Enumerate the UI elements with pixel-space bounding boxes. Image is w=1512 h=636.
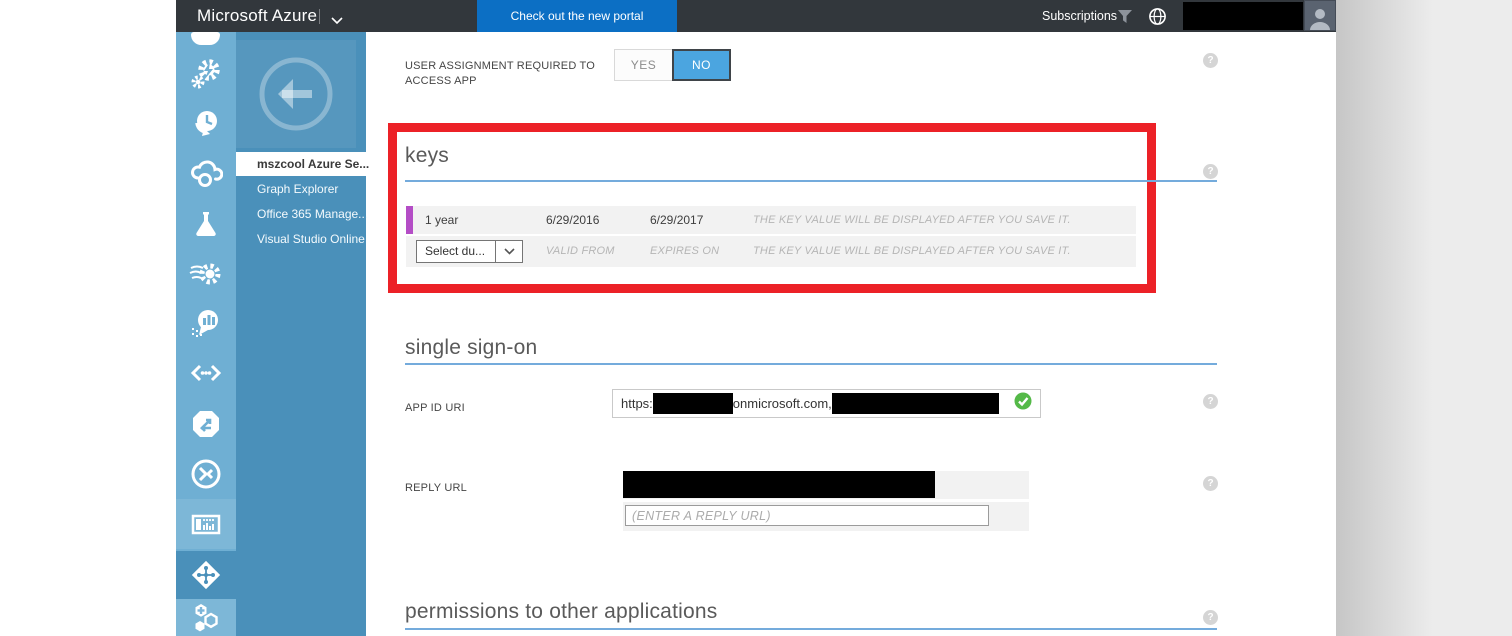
valid-check-icon [1014, 392, 1032, 415]
chevron-down-icon[interactable] [495, 241, 522, 262]
help-icon-app-id-uri[interactable]: ? [1203, 394, 1218, 409]
back-arrow-icon [259, 57, 333, 131]
analytics-bubble-icon[interactable] [176, 299, 236, 349]
media-mixer-icon[interactable] [176, 499, 236, 549]
filter-funnel-icon[interactable] [1117, 9, 1134, 29]
keys-section-heading: keys [405, 144, 449, 167]
sidebar-item-vso[interactable]: Visual Studio Online [236, 227, 366, 251]
scheduler-icon[interactable] [176, 99, 236, 149]
integration-circle-icon[interactable] [176, 449, 236, 499]
app-id-uri-prefix: https: [621, 396, 653, 411]
automation-icon[interactable] [176, 49, 236, 99]
page-background-gutter [1336, 0, 1512, 636]
expires-on-placeholder: EXPIRES ON [650, 245, 720, 257]
sidebar-item-office365[interactable]: Office 365 Manage... [236, 202, 368, 226]
chevron-down-icon[interactable] [330, 12, 344, 30]
app-id-uri-middle: onmicrosoft.com, [732, 396, 832, 411]
brand-title: Microsoft Azure [197, 6, 318, 25]
valid-from-placeholder: VALID FROM [546, 245, 615, 257]
reply-url-row [623, 471, 1029, 499]
user-assignment-toggle: YES NO [614, 49, 731, 81]
reply-url-label: REPLY URL [405, 482, 467, 494]
key-duration-select-value: Select du... [425, 244, 486, 258]
keys-section-underline [405, 180, 1217, 182]
sidebar-item-mszcool-azure[interactable]: mszcool Azure Se... [236, 152, 369, 176]
sidebar-item-graph-explorer[interactable]: Graph Explorer [236, 177, 366, 201]
redacted-uri-segment [652, 393, 733, 414]
globe-language-icon[interactable] [1148, 7, 1167, 31]
code-brackets-icon[interactable] [176, 348, 236, 398]
help-icon-reply-url[interactable]: ? [1203, 476, 1218, 491]
key-expires-on-value: 6/29/2017 [650, 213, 704, 227]
sso-section-underline [405, 363, 1217, 365]
reply-url-new-row [623, 502, 1029, 531]
avatar[interactable] [1304, 0, 1336, 31]
key-row-accent-bar [406, 206, 413, 234]
permissions-section-underline [405, 628, 1217, 630]
active-directory-icon[interactable] [176, 551, 236, 599]
partial-service-icon[interactable] [191, 32, 220, 45]
sync-octagon-icon[interactable] [176, 399, 236, 449]
service-icon-strip [176, 32, 236, 636]
brand-divider [319, 9, 320, 24]
redacted-uri-segment [831, 393, 999, 414]
new-portal-button[interactable]: Check out the new portal [477, 0, 677, 32]
top-bar: Microsoft Azure Check out the new portal… [176, 0, 1336, 32]
help-icon-permissions[interactable]: ? [1203, 610, 1218, 625]
key-row-new: Select du... VALID FROM EXPIRES ON THE K… [406, 236, 1136, 267]
app-id-uri-label: APP ID URI [405, 402, 465, 414]
redacted-reply-url [623, 471, 935, 498]
sso-section-heading: single sign-on [405, 336, 538, 359]
key-duration-value: 1 year [425, 213, 459, 227]
key-value-note: THE KEY VALUE WILL BE DISPLAYED AFTER YO… [753, 245, 1071, 257]
labs-flask-icon[interactable] [176, 199, 236, 249]
toggle-yes-button[interactable]: YES [614, 49, 672, 81]
marketplace-hexagons-icon[interactable] [176, 599, 236, 636]
remoteapp-cloud-icon[interactable] [176, 149, 236, 199]
key-row-saved[interactable]: 1 year 6/29/2016 6/29/2017 THE KEY VALUE… [406, 206, 1136, 234]
reply-url-input[interactable] [625, 505, 989, 526]
help-icon-user-assignment[interactable]: ? [1203, 53, 1218, 68]
help-icon-keys[interactable]: ? [1203, 164, 1218, 179]
redacted-account-name [1183, 2, 1303, 30]
permissions-section-heading: permissions to other applications [405, 600, 718, 623]
user-assignment-label: USER ASSIGNMENT REQUIRED TO ACCESS APP [405, 60, 595, 87]
key-valid-from-value: 6/29/2016 [546, 213, 600, 227]
key-duration-select[interactable]: Select du... [416, 240, 523, 263]
stream-analytics-gear-icon[interactable] [176, 249, 236, 299]
subscriptions-menu[interactable]: Subscriptions [1042, 0, 1117, 32]
key-value-note: THE KEY VALUE WILL BE DISPLAYED AFTER YO… [753, 214, 1071, 226]
azure-classic-portal: { "colors": { "topbar_bg": "#32373C", "p… [0, 0, 1512, 636]
app-id-uri-input[interactable]: https: onmicrosoft.com, [612, 389, 1041, 418]
toggle-no-button[interactable]: NO [672, 49, 731, 81]
directory-apps-sidebar: mszcool Azure Se... Graph Explorer Offic… [236, 32, 369, 636]
back-button[interactable] [236, 40, 356, 148]
